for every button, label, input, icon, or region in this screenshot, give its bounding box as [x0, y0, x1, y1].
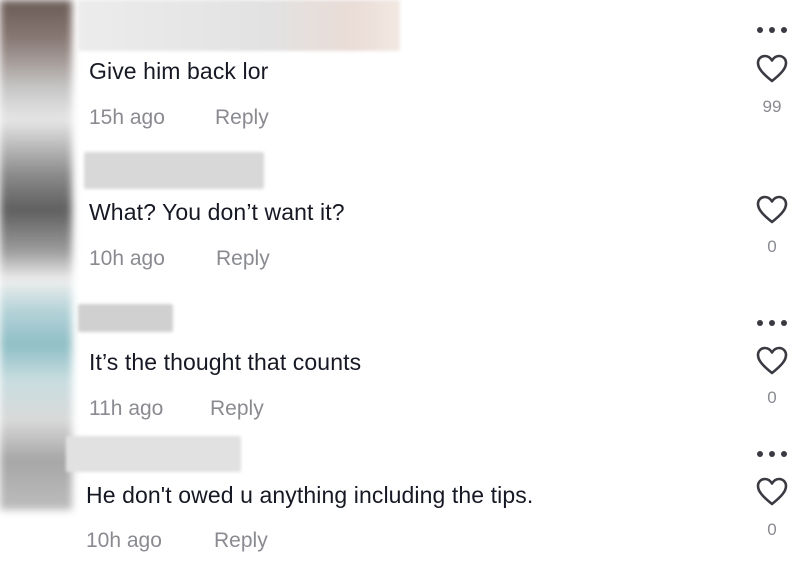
heart-outline-icon[interactable] — [756, 195, 788, 225]
more-dots-icon[interactable] — [752, 317, 792, 329]
username-redacted — [84, 152, 264, 189]
avatar-column-blurred — [0, 0, 72, 510]
more-dots-icon[interactable] — [752, 24, 792, 36]
more-dots-icon[interactable] — [752, 448, 792, 460]
like-count: 0 — [767, 237, 777, 256]
heart-outline-icon[interactable] — [756, 346, 788, 376]
comment-text: What? You don’t want it? — [89, 199, 345, 225]
comment-timestamp: 11h ago — [89, 397, 164, 420]
heart-outline-icon[interactable] — [756, 54, 788, 84]
like-count: 99 — [762, 97, 782, 116]
comment-text: He don't owed u anything including the t… — [86, 482, 534, 508]
comment-text: Give him back lor — [89, 58, 269, 84]
reply-button[interactable]: Reply — [216, 247, 270, 271]
reply-button[interactable]: Reply — [210, 397, 264, 421]
comment-timestamp: 10h ago — [86, 529, 162, 552]
comment-timestamp: 15h ago — [89, 106, 165, 129]
reply-button[interactable]: Reply — [214, 529, 268, 553]
username-redacted — [78, 304, 173, 332]
heart-outline-icon[interactable] — [756, 477, 788, 507]
like-count: 0 — [767, 520, 777, 539]
comment-timestamp: 10h ago — [89, 247, 165, 270]
username-redacted — [78, 0, 400, 51]
comment-text: It’s the thought that counts — [89, 349, 362, 375]
reply-button[interactable]: Reply — [215, 106, 269, 130]
like-count: 0 — [767, 388, 777, 407]
username-redacted — [66, 436, 241, 472]
